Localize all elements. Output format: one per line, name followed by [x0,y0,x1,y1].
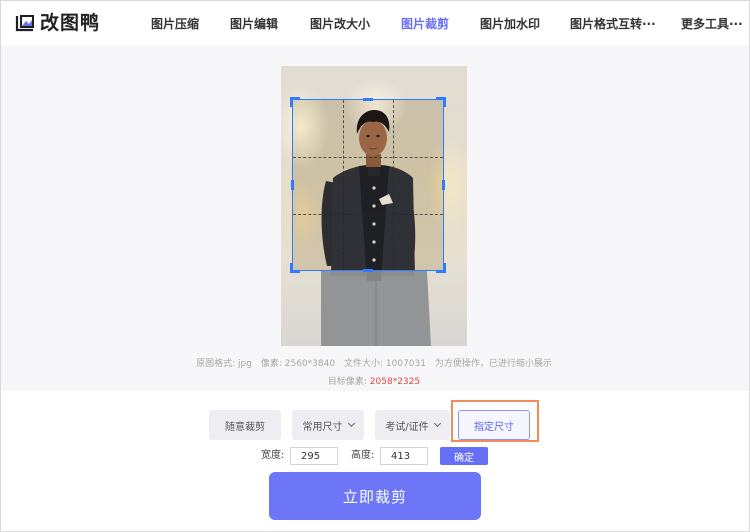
format-value: jpg [238,359,252,369]
confirm-label: 确定 [454,452,474,464]
target-pixels-label: 目标像素: [327,377,367,387]
file-size-label: 文件大小: [343,359,384,369]
crop-handle-right[interactable] [442,180,445,190]
nav-item-edit[interactable]: 图片编辑 [230,16,278,32]
crop-mask-top [281,66,467,99]
nav-item-more-tools[interactable]: 更多工具··· [681,16,743,32]
grid-line [343,100,344,270]
crop-selection-box[interactable] [290,97,446,273]
common-size-dropdown[interactable]: 常用尺寸 [292,410,364,440]
width-input[interactable] [290,447,338,465]
chevron-down-icon [433,419,441,428]
crop-handle-left[interactable] [291,180,294,190]
nav-item-resize[interactable]: 图片改大小 [310,16,370,32]
custom-size-highlight [451,400,539,442]
free-crop-button[interactable]: 随意裁剪 [209,410,281,440]
crop-handle-top[interactable] [363,98,373,101]
exam-id-label: 考试/证件 [385,421,429,433]
target-pixels-value: 2058*2325 [369,377,421,387]
crop-handle-top-left[interactable] [290,97,300,107]
crop-handle-bottom[interactable] [363,269,373,272]
confirm-size-button[interactable]: 确定 [440,447,488,465]
crop-mask-right [444,99,467,271]
app-name: 改图鸭 [40,12,101,34]
nav-item-crop[interactable]: 图片裁剪 [401,16,449,32]
logo[interactable]: 改图鸭 [15,12,100,34]
grid-line [293,214,443,215]
file-size-value: 1007031 [385,359,426,369]
width-label: 宽度: [261,450,285,461]
top-navigation: 改图鸭 图片压缩 图片编辑 图片改大小 图片裁剪 图片加水印 图片格式互转···… [1,1,749,45]
duck-image-icon [15,15,34,32]
target-pixels-line: 目标像素: 2058*2325 [0,374,748,387]
nav-item-watermark[interactable]: 图片加水印 [480,16,540,32]
pixels-label: 像素: [260,359,282,369]
crop-handle-top-right[interactable] [436,97,446,107]
exam-id-dropdown[interactable]: 考试/证件 [375,410,450,440]
crop-handle-bottom-left[interactable] [290,263,300,273]
nav-item-compress[interactable]: 图片压缩 [151,16,199,32]
grid-line [293,157,443,158]
image-info-line: 原图格式: jpg 像素: 2560*3840 文件大小: 1007031 为方… [0,356,748,369]
free-crop-label: 随意裁剪 [225,421,265,433]
format-label: 原图格式: [196,359,236,369]
crop-mask-bottom [281,271,467,346]
chevron-down-icon [347,419,355,428]
height-input[interactable] [380,447,428,465]
scale-note: 为方便操作，已进行缩小展示 [434,359,552,369]
crop-now-button[interactable]: 立即裁剪 [269,472,481,520]
pixels-value: 2560*3840 [284,359,336,369]
height-label: 高度: [351,450,375,461]
crop-handle-bottom-right[interactable] [436,263,446,273]
crop-now-label: 立即裁剪 [342,487,407,506]
common-size-label: 常用尺寸 [302,421,343,433]
nav-item-format-convert[interactable]: 图片格式互转··· [570,16,656,32]
grid-line [393,100,394,270]
